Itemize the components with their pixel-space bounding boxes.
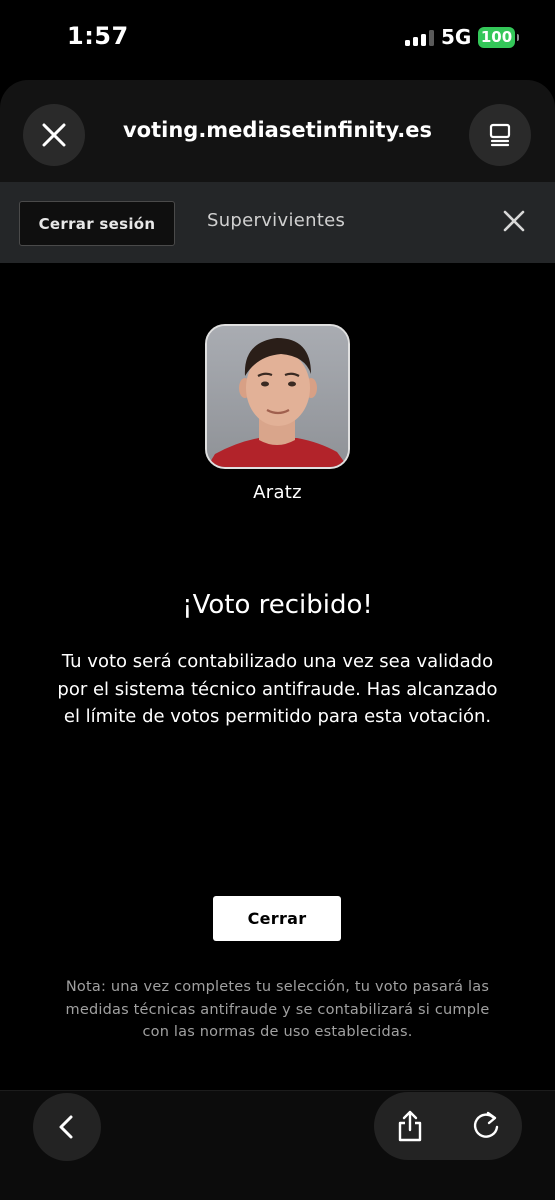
close-button[interactable]: Cerrar <box>213 896 341 941</box>
reload-icon <box>473 1111 499 1138</box>
section-title: Supervivientes <box>207 210 346 231</box>
logout-button[interactable]: Cerrar sesión <box>19 201 175 246</box>
browser-header: voting.mediasetinfinity.es <box>0 80 555 182</box>
confirmation-title: ¡Voto recibido! <box>182 590 373 620</box>
close-icon <box>503 210 525 232</box>
close-icon <box>42 123 66 147</box>
candidate-photo <box>205 324 350 469</box>
confirmation-message: Tu voto será contabilizado una vez sea v… <box>57 651 498 727</box>
battery-indicator: 100 <box>478 27 519 48</box>
action-pill <box>374 1092 522 1160</box>
disclaimer-note: Nota: una vez completes tu selección, tu… <box>65 979 490 1040</box>
signal-icon <box>405 30 435 46</box>
share-icon <box>398 1110 422 1142</box>
status-time: 1:57 <box>67 22 129 50</box>
candidate-name: Aratz <box>253 482 302 503</box>
status-bar: 1:57 5G 100 <box>0 0 555 75</box>
site-nav: Cerrar sesión Supervivientes <box>0 182 555 263</box>
back-button[interactable] <box>33 1093 101 1161</box>
close-browser-button[interactable] <box>23 104 85 166</box>
network-type: 5G <box>441 25 472 49</box>
tabs-icon <box>489 123 511 147</box>
nav-close-button[interactable] <box>500 207 528 239</box>
url-bar[interactable]: voting.mediasetinfinity.es <box>110 118 445 142</box>
chevron-left-icon <box>59 1115 73 1139</box>
reload-button[interactable] <box>469 1109 503 1143</box>
share-button[interactable] <box>393 1109 427 1143</box>
tabs-button[interactable] <box>469 104 531 166</box>
